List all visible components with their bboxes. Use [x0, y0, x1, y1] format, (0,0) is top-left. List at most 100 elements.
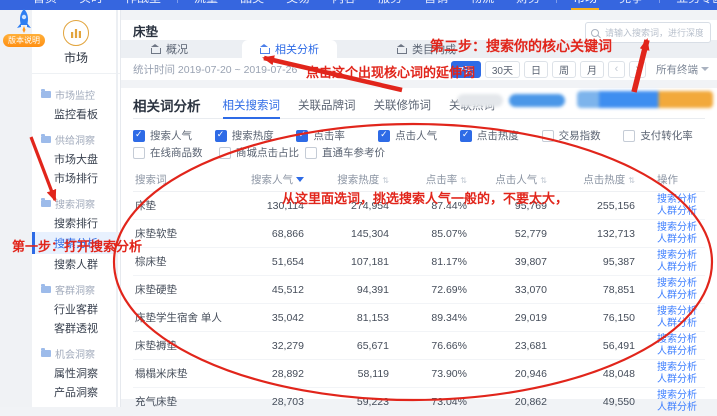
sort-both-icon[interactable]: [460, 176, 467, 185]
keyword-cell[interactable]: 充气床垫: [133, 388, 238, 416]
crowd-analysis-link[interactable]: 人群分析: [657, 318, 689, 330]
sidebar-item[interactable]: 属性洞察: [32, 363, 120, 382]
checkbox-icon[interactable]: [542, 130, 554, 142]
tab[interactable]: 概况: [137, 40, 202, 58]
search-analysis-link[interactable]: 搜索分析: [657, 390, 689, 402]
keyword-cell[interactable]: 床垫硬垫: [133, 276, 238, 304]
keyword-cell[interactable]: 榻榻米床垫: [133, 360, 238, 388]
sidebar-item[interactable]: 搜索排行: [32, 213, 120, 232]
checkbox-icon[interactable]: [133, 130, 145, 142]
search-analysis-link[interactable]: 搜索分析: [657, 194, 689, 206]
checkbox-icon[interactable]: [305, 147, 317, 159]
date-range-button[interactable]: 周: [552, 61, 576, 78]
nav-item[interactable]: 物流: [462, 0, 502, 10]
checkbox-icon[interactable]: [460, 130, 472, 142]
column-header[interactable]: 搜索热度: [320, 167, 405, 192]
column-header[interactable]: 点击热度: [563, 167, 651, 192]
sidebar-item[interactable]: 市场大盘: [32, 149, 120, 168]
version-widget[interactable]: 版本说明: [2, 8, 46, 47]
keyword-cell[interactable]: 床垫: [133, 192, 238, 220]
terminal-filter-dropdown[interactable]: 所有终端: [656, 62, 709, 77]
nav-item[interactable]: 竞争: [611, 0, 651, 10]
nav-item[interactable]: 品类: [232, 0, 272, 10]
search-input[interactable]: [603, 27, 705, 39]
tab[interactable]: 相关分析: [242, 40, 337, 58]
sidebar-item[interactable]: 搜索分析: [32, 232, 120, 254]
subtab[interactable]: 关联品牌词: [298, 92, 356, 118]
nav-item[interactable]: 流量: [186, 0, 226, 10]
sort-desc-icon[interactable]: [296, 177, 304, 182]
next-page-button[interactable]: ›: [629, 61, 646, 78]
sidebar-item[interactable]: 监控看板: [32, 104, 120, 123]
crowd-analysis-link[interactable]: 人群分析: [657, 234, 689, 246]
checkbox-icon[interactable]: [215, 130, 227, 142]
sidebar-item[interactable]: 行业客群: [32, 299, 120, 318]
sort-both-icon[interactable]: [628, 176, 635, 185]
metric-checkbox[interactable]: 搜索人气: [133, 128, 215, 143]
search-analysis-link[interactable]: 搜索分析: [657, 306, 689, 318]
sidebar-item[interactable]: 市场监控: [32, 84, 120, 104]
nav-item[interactable]: 交易: [278, 0, 318, 10]
keyword-search-box[interactable]: [585, 22, 711, 43]
metric-checkbox[interactable]: 交易指数: [542, 128, 624, 143]
date-range-button[interactable]: 月: [580, 61, 604, 78]
checkbox-icon[interactable]: [133, 147, 145, 159]
column-header[interactable]: 操作: [651, 167, 705, 192]
sort-both-icon[interactable]: [382, 176, 389, 185]
keyword-cell[interactable]: 床垫软垫: [133, 220, 238, 248]
crowd-analysis-link[interactable]: 人群分析: [657, 290, 689, 302]
metric-checkbox[interactable]: 点击热度: [460, 128, 542, 143]
subtab[interactable]: 关联修饰词: [374, 92, 432, 118]
metric-checkbox[interactable]: 商城点击占比: [219, 145, 305, 160]
sidebar-item[interactable]: 搜索洞察: [32, 193, 120, 213]
search-analysis-link[interactable]: 搜索分析: [657, 222, 689, 234]
search-analysis-link[interactable]: 搜索分析: [657, 362, 689, 374]
keyword-cell[interactable]: 床垫学生宿舍 单人: [133, 304, 238, 332]
nav-item[interactable]: 服务: [370, 0, 410, 10]
nav-item[interactable]: 实时: [71, 0, 111, 10]
prev-page-button[interactable]: ‹: [608, 61, 625, 78]
checkbox-icon[interactable]: [378, 130, 390, 142]
checkbox-icon[interactable]: [623, 130, 635, 142]
nav-item[interactable]: 财务: [508, 0, 548, 10]
crowd-analysis-link[interactable]: 人群分析: [657, 374, 689, 386]
date-range-button[interactable]: 日: [524, 61, 548, 78]
metric-checkbox[interactable]: 点击人气: [378, 128, 460, 143]
search-analysis-link[interactable]: 搜索分析: [657, 250, 689, 262]
column-header[interactable]: 搜索词: [133, 167, 238, 192]
sidebar-item[interactable]: 市场排行: [32, 168, 120, 187]
checkbox-icon[interactable]: [296, 130, 308, 142]
sidebar-item[interactable]: 产品洞察: [32, 382, 120, 401]
metric-checkbox[interactable]: 支付转化率: [623, 128, 705, 143]
metric-checkbox[interactable]: 在线商品数: [133, 145, 219, 160]
keyword-cell[interactable]: 棕床垫: [133, 248, 238, 276]
date-range-button[interactable]: 7天: [451, 61, 481, 78]
nav-item[interactable]: 市场: [565, 0, 605, 10]
sidebar-item[interactable]: 客群洞察: [32, 279, 120, 299]
metric-checkbox[interactable]: 搜索热度: [215, 128, 297, 143]
sidebar-item[interactable]: 搜索人群: [32, 254, 120, 273]
crowd-analysis-link[interactable]: 人群分析: [657, 206, 689, 218]
date-range-button[interactable]: 30天: [485, 61, 520, 78]
column-header[interactable]: 点击率: [405, 167, 483, 192]
crowd-analysis-link[interactable]: 人群分析: [657, 262, 689, 274]
sort-both-icon[interactable]: [540, 176, 547, 185]
sidebar-item[interactable]: 机会洞察: [32, 343, 120, 363]
sidebar-item[interactable]: 供给洞察: [32, 129, 120, 149]
crowd-analysis-link[interactable]: 人群分析: [657, 346, 689, 358]
crowd-analysis-link[interactable]: 人群分析: [657, 402, 689, 414]
column-header[interactable]: 点击人气: [483, 167, 563, 192]
version-badge[interactable]: 版本说明: [3, 34, 45, 47]
metric-checkbox[interactable]: 直通车参考价: [305, 145, 391, 160]
metric-checkbox[interactable]: 点击率: [296, 128, 378, 143]
nav-item[interactable]: 作战室: [117, 0, 169, 10]
nav-item[interactable]: 营销: [416, 0, 456, 10]
tab[interactable]: 类目构成: [383, 40, 470, 58]
search-analysis-link[interactable]: 搜索分析: [657, 334, 689, 346]
column-header[interactable]: 搜索人气: [238, 167, 320, 192]
checkbox-icon[interactable]: [219, 147, 231, 159]
subtab[interactable]: 相关搜索词: [223, 92, 281, 118]
search-analysis-link[interactable]: 搜索分析: [657, 278, 689, 290]
sidebar-item[interactable]: 客群透视: [32, 318, 120, 337]
nav-item[interactable]: 内容: [324, 0, 364, 10]
